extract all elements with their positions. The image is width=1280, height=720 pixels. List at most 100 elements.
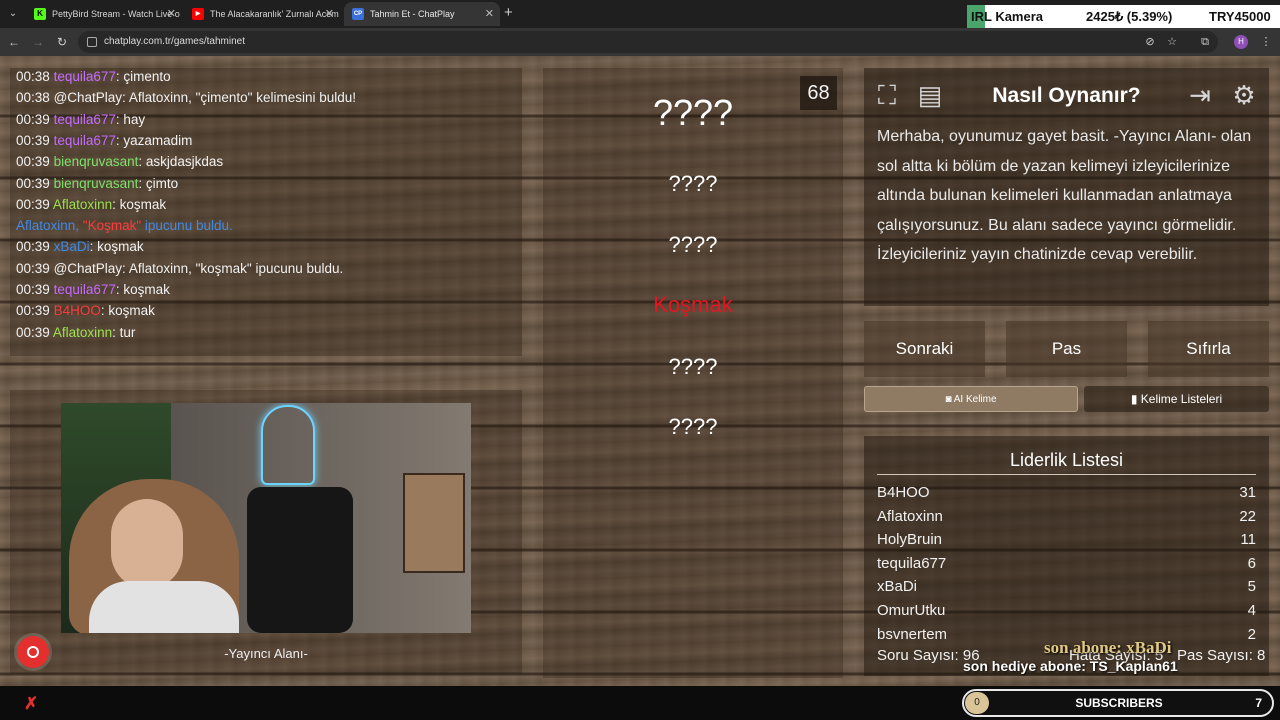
robot-icon: ◙	[945, 394, 954, 405]
streamer-logo-icon: ✗	[24, 694, 39, 713]
chat-username[interactable]: tequila677	[54, 69, 116, 84]
chat-text: Aflatoxinn, "koşmak" ipucunu buldu.	[128, 260, 344, 276]
logout-icon[interactable]: ⇥	[1183, 78, 1217, 112]
chat-time: 00:39	[16, 239, 50, 255]
close-tab-icon[interactable]: ✕	[167, 2, 176, 26]
leader-name: Aflatoxinn	[877, 507, 943, 525]
chat-time: 00:39	[16, 154, 50, 170]
chat-username[interactable]: bienqruvasant	[54, 176, 139, 191]
leader-name: HolyBruin	[877, 531, 943, 549]
new-tab-button[interactable]: +	[504, 4, 513, 21]
chat-message: 00:39 bienqruvasant: askjdasjkdas	[16, 154, 224, 170]
chat-time: 00:39	[16, 196, 50, 212]
tab-alacakaranlik[interactable]: ▶ The Alacakaranlık' Zurnalı Acem ✕	[184, 2, 340, 26]
pass-button[interactable]: Pas	[1006, 321, 1127, 377]
leaderboard-row: tequila677 6	[877, 555, 1256, 578]
chat-message: 00:39 Aflatoxinn: tur	[16, 324, 136, 340]
leader-score: 22	[1239, 507, 1256, 525]
tab-search-icon[interactable]: ⌄	[4, 5, 22, 23]
chat-time: 00:39	[16, 132, 50, 148]
reload-icon[interactable]: ↻	[54, 34, 70, 50]
address-bar-row: ← → ↻ chatplay.com.tr/games/tahminet ⊘ ☆…	[0, 28, 1280, 56]
leaderboard-row: xBaDi 5	[877, 578, 1256, 601]
chat-username[interactable]: B4HOO	[54, 303, 101, 318]
chat-username[interactable]: bienqruvasant	[54, 154, 139, 169]
pass-count: Pas Sayısı: 8	[1177, 647, 1266, 664]
chat-username[interactable]: Aflatoxinn	[53, 197, 112, 212]
tab-chatplay[interactable]: CP Tahmin Et - ChatPlay ✕	[344, 2, 500, 26]
extensions-icon[interactable]: ⧉	[1197, 34, 1213, 50]
goal-progress: 2425₺ (5.39%)	[1086, 9, 1173, 24]
leaderboard-row: HolyBruin 11	[877, 531, 1256, 554]
chat-message: 00:39 bienqruvasant: çimto	[16, 175, 179, 191]
chat-time: 00:39	[16, 303, 50, 319]
chat-username[interactable]: Aflatoxinn	[53, 325, 112, 340]
reset-button[interactable]: Sıfırla	[1148, 321, 1269, 377]
chat-text: çimento	[123, 69, 171, 84]
menu-icon[interactable]: ⋮	[1258, 34, 1274, 50]
sub-goal-target: 7	[1255, 696, 1262, 710]
chat-time: 00:39	[16, 260, 50, 276]
ai-word-toggle[interactable]: ◙ AI Kelime	[864, 386, 1078, 412]
hidden-word: ????	[668, 414, 718, 439]
chat-text: koşmak	[123, 282, 170, 297]
game-page: 00:38 tequila677: çimento 00:38 @ChatPlay…	[0, 56, 1280, 686]
chat-text: tur	[119, 324, 136, 340]
hidden-word: ????	[668, 171, 718, 196]
tab-pettybird[interactable]: K PettyBird Stream - Watch Live o ✕	[26, 2, 182, 26]
webcam-feed	[61, 403, 471, 633]
chat-username[interactable]: tequila677	[54, 133, 116, 148]
kick-icon: K	[34, 8, 46, 20]
hidden-word: ????	[668, 232, 718, 257]
chat-message: 00:39 Aflatoxinn: koşmak	[16, 196, 167, 212]
streamer-area-label: -Yayıncı Alanı-	[224, 646, 308, 661]
leaderboard-row: B4HOO 31	[877, 484, 1256, 507]
hidden-word: ????	[652, 92, 734, 133]
leaderboard-row: OmurUtku 4	[877, 602, 1256, 625]
stream-overlay-bar: ✗ 0 SUBSCRIBERS 7	[0, 686, 1280, 720]
chat-username[interactable]: @ChatPlay	[54, 90, 122, 105]
chat-time: 00:39	[16, 175, 50, 191]
chat-username[interactable]: tequila677	[54, 282, 116, 297]
word-lists-toggle[interactable]: ▮ Kelime Listeleri	[1084, 386, 1269, 412]
chat-message: 00:39 @ChatPlay: Aflatoxinn, "koşmak" ip…	[16, 260, 344, 276]
donation-goal-widget: IRL Kamera 2425₺ (5.39%) TRY45000	[967, 5, 1280, 29]
chat-text: yazamadim	[123, 132, 193, 148]
chat-text: hay	[123, 111, 146, 127]
leader-score: 2	[1247, 625, 1256, 640]
chat-time: 00:38	[16, 90, 50, 106]
chat-message: 00:39 B4HOO: koşmak	[16, 303, 155, 319]
site-info-icon[interactable]	[87, 37, 97, 47]
chat-time: 00:39	[16, 111, 50, 127]
chat-username[interactable]: xBaDi	[54, 239, 90, 254]
chat-message: 00:39 tequila677: yazamadim	[16, 132, 193, 148]
chat-message: 00:38 @ChatPlay: Aflatoxinn, "çimento" k…	[16, 90, 357, 106]
chat-text: askjdasjkdas	[145, 154, 224, 170]
chat-username[interactable]: @ChatPlay	[54, 261, 122, 276]
next-button[interactable]: Sonraki	[864, 321, 985, 377]
close-tab-icon[interactable]: ✕	[325, 2, 334, 26]
chat-text: koşmak	[108, 303, 155, 319]
chat-text: koşmak	[97, 239, 144, 255]
settings-gear-icon[interactable]: ⚙	[1227, 78, 1261, 112]
chat-message: 00:38 tequila677: çimento	[16, 69, 171, 84]
eye-off-icon[interactable]: ⊘	[1142, 34, 1158, 50]
leader-score: 11	[1240, 531, 1256, 549]
record-button[interactable]	[17, 636, 49, 668]
back-icon[interactable]: ←	[6, 34, 22, 50]
leaderboard-row: Aflatoxinn 22	[877, 508, 1256, 531]
profile-avatar[interactable]: H	[1234, 35, 1248, 49]
leader-name: B4HOO	[877, 484, 930, 501]
close-tab-icon[interactable]: ✕	[485, 2, 494, 26]
forward-icon[interactable]: →	[30, 34, 46, 50]
chat-time: 00:38	[16, 69, 50, 84]
chat-text: çimto	[145, 175, 179, 191]
chat-username[interactable]: tequila677	[54, 112, 116, 127]
star-icon[interactable]: ☆	[1164, 34, 1180, 50]
leader-score: 4	[1247, 602, 1256, 619]
url-field[interactable]: chatplay.com.tr/games/tahminet	[78, 31, 1218, 53]
clipboard-icon: ▮	[1130, 392, 1141, 406]
chat-message: 00:39 tequila677: koşmak	[16, 282, 170, 297]
chat-time: 00:39	[16, 324, 50, 340]
found-word: Koşmak	[653, 292, 733, 317]
